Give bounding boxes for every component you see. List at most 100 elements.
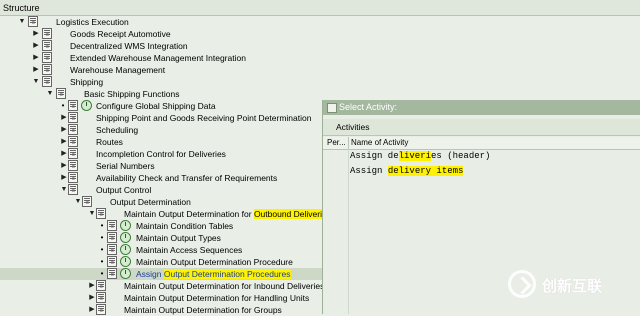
activity-row[interactable]: Assign deliveries (header)	[350, 151, 490, 161]
tree-node-text: Basic Shipping Functions	[84, 89, 180, 99]
expand-arrow-icon[interactable]: ▶	[60, 173, 68, 183]
documentation-icon[interactable]: ó	[96, 208, 106, 219]
tree-node-label[interactable]: Maintain Output Determination for Inboun…	[124, 280, 324, 292]
tab-activities-label: Activities	[336, 122, 370, 132]
tree-node-label[interactable]: Maintain Access Sequences	[136, 244, 242, 256]
dialog-title-bar[interactable]: Select Activity:	[323, 100, 640, 115]
expand-arrow-icon[interactable]: ▶	[88, 281, 96, 291]
tree-node-label[interactable]: Scheduling	[96, 124, 138, 136]
tree-node-label[interactable]: Output Determination	[110, 196, 191, 208]
documentation-icon[interactable]: ó	[68, 160, 78, 171]
tree-node-text: Output Determination	[110, 197, 191, 207]
collapse-arrow-icon[interactable]: ▼	[60, 185, 68, 195]
tree-node-label[interactable]: Extended Warehouse Management Integratio…	[70, 52, 246, 64]
tree-node-label[interactable]: Warehouse Management	[70, 64, 165, 76]
collapse-arrow-icon[interactable]: ▼	[32, 77, 40, 87]
activity-row[interactable]: Assign delivery items	[350, 166, 464, 176]
tree-node[interactable]: ▶ ó Extended Warehouse Management Integrat…	[0, 52, 640, 64]
glasses-mark: ó	[100, 212, 103, 218]
execute-activity-icon[interactable]	[120, 244, 131, 255]
documentation-icon[interactable]: ó	[42, 28, 52, 39]
tree-node-label[interactable]: Maintain Condition Tables	[136, 220, 233, 232]
documentation-icon[interactable]: ó	[107, 256, 117, 267]
tree-node[interactable]: ▼ ó Logistics Execution	[0, 16, 640, 28]
tree-node-label[interactable]: Maintain Output Determination Procedure	[136, 256, 293, 268]
tree-node-label[interactable]: Shipping Point and Goods Receiving Point…	[96, 112, 311, 124]
expand-arrow-icon[interactable]: ▶	[60, 137, 68, 147]
glasses-mark: ó	[46, 56, 49, 62]
expand-arrow-icon[interactable]: ▶	[60, 125, 68, 135]
collapse-arrow-icon[interactable]: ▼	[46, 89, 54, 99]
execute-activity-icon[interactable]	[120, 268, 131, 279]
tree-node-label[interactable]: Goods Receipt Automotive	[70, 28, 171, 40]
tree-node[interactable]: ▶ ó Decentralized WMS Integration	[0, 40, 640, 52]
tree-node-text: Incompletion Control for Deliveries	[96, 149, 226, 159]
tree-node-label[interactable]: Maintain Output Determination for Outbou…	[124, 208, 331, 220]
tree-node-label[interactable]: Availability Check and Transfer of Requi…	[96, 172, 277, 184]
documentation-icon[interactable]: ó	[68, 172, 78, 183]
documentation-icon[interactable]: ó	[68, 184, 78, 195]
documentation-icon[interactable]: ó	[96, 280, 106, 291]
documentation-icon[interactable]: ó	[42, 64, 52, 75]
expand-arrow-icon[interactable]: ▶	[88, 293, 96, 303]
documentation-icon[interactable]: ó	[107, 232, 117, 243]
documentation-icon[interactable]: ó	[42, 52, 52, 63]
collapse-arrow-icon[interactable]: ▼	[88, 209, 96, 219]
expand-arrow-icon[interactable]: ▶	[32, 53, 40, 63]
tree-node[interactable]: ▶ ó Warehouse Management	[0, 64, 640, 76]
tree-node-label[interactable]: Routes	[96, 136, 123, 148]
documentation-icon[interactable]: ó	[68, 148, 78, 159]
tree-node-label[interactable]: Assign Output Determination Procedures	[136, 268, 291, 280]
column-perform[interactable]: Per...	[327, 138, 346, 147]
tree-node-label[interactable]: Configure Global Shipping Data	[96, 100, 216, 112]
watermark: 创新互联	[508, 270, 636, 300]
documentation-icon[interactable]: ó	[107, 220, 117, 231]
documentation-icon[interactable]: ó	[82, 196, 92, 207]
documentation-icon[interactable]: ó	[28, 16, 38, 27]
expand-arrow-icon[interactable]: ▶	[60, 113, 68, 123]
documentation-icon[interactable]: ó	[68, 112, 78, 123]
documentation-icon[interactable]: ó	[56, 88, 66, 99]
leaf-bullet-icon: •	[100, 245, 104, 254]
execute-activity-icon[interactable]	[120, 232, 131, 243]
tree-node[interactable]: ▼ ó Shipping	[0, 76, 640, 88]
tree-node-label[interactable]: Maintain Output Determination for Handli…	[124, 292, 309, 304]
tab-activities[interactable]: Activities	[323, 119, 640, 136]
tree-node-label[interactable]: Logistics Execution	[56, 16, 129, 28]
documentation-icon[interactable]: ó	[42, 76, 52, 87]
column-name-of-activity[interactable]: Name of Activity	[351, 138, 408, 147]
expand-arrow-icon[interactable]: ▶	[60, 149, 68, 159]
tree-node-label[interactable]: Maintain Output Determination for Groups	[124, 304, 282, 316]
documentation-icon[interactable]: ó	[68, 124, 78, 135]
tree-node[interactable]: ▶ ó Goods Receipt Automotive	[0, 28, 640, 40]
expand-arrow-icon[interactable]: ▶	[60, 161, 68, 171]
tree-node-label[interactable]: Maintain Output Types	[136, 232, 221, 244]
tree-node-label[interactable]: Serial Numbers	[96, 160, 155, 172]
tree-node-label[interactable]: Shipping	[70, 76, 103, 88]
tree-node-label[interactable]: Output Control	[96, 184, 151, 196]
documentation-icon[interactable]: ó	[68, 136, 78, 147]
tree-node[interactable]: ▼ ó Basic Shipping Functions	[0, 88, 640, 100]
execute-activity-icon[interactable]	[120, 220, 131, 231]
tree-node-label[interactable]: Incompletion Control for Deliveries	[96, 148, 226, 160]
documentation-icon[interactable]: ó	[96, 292, 106, 303]
collapse-arrow-icon[interactable]: ▼	[74, 197, 82, 207]
documentation-icon[interactable]: ó	[68, 100, 78, 111]
glasses-mark: ó	[100, 308, 103, 314]
expand-arrow-icon[interactable]: ▶	[32, 41, 40, 51]
tree-node-label[interactable]: Basic Shipping Functions	[84, 88, 179, 100]
execute-activity-icon[interactable]	[81, 100, 92, 111]
expand-arrow-icon[interactable]: ▶	[32, 29, 40, 39]
documentation-icon[interactable]: ó	[107, 244, 117, 255]
documentation-icon[interactable]: ó	[96, 304, 106, 315]
documentation-icon[interactable]: ó	[107, 268, 117, 279]
documentation-icon[interactable]: ó	[42, 40, 52, 51]
structure-header: Structure	[0, 0, 640, 16]
leaf-bullet-icon: •	[100, 221, 104, 230]
collapse-arrow-icon[interactable]: ▼	[18, 17, 26, 27]
expand-arrow-icon[interactable]: ▶	[32, 65, 40, 75]
column-divider	[348, 149, 349, 314]
execute-activity-icon[interactable]	[120, 256, 131, 267]
tree-node-label[interactable]: Decentralized WMS Integration	[70, 40, 188, 52]
glasses-mark: ó	[72, 152, 75, 158]
